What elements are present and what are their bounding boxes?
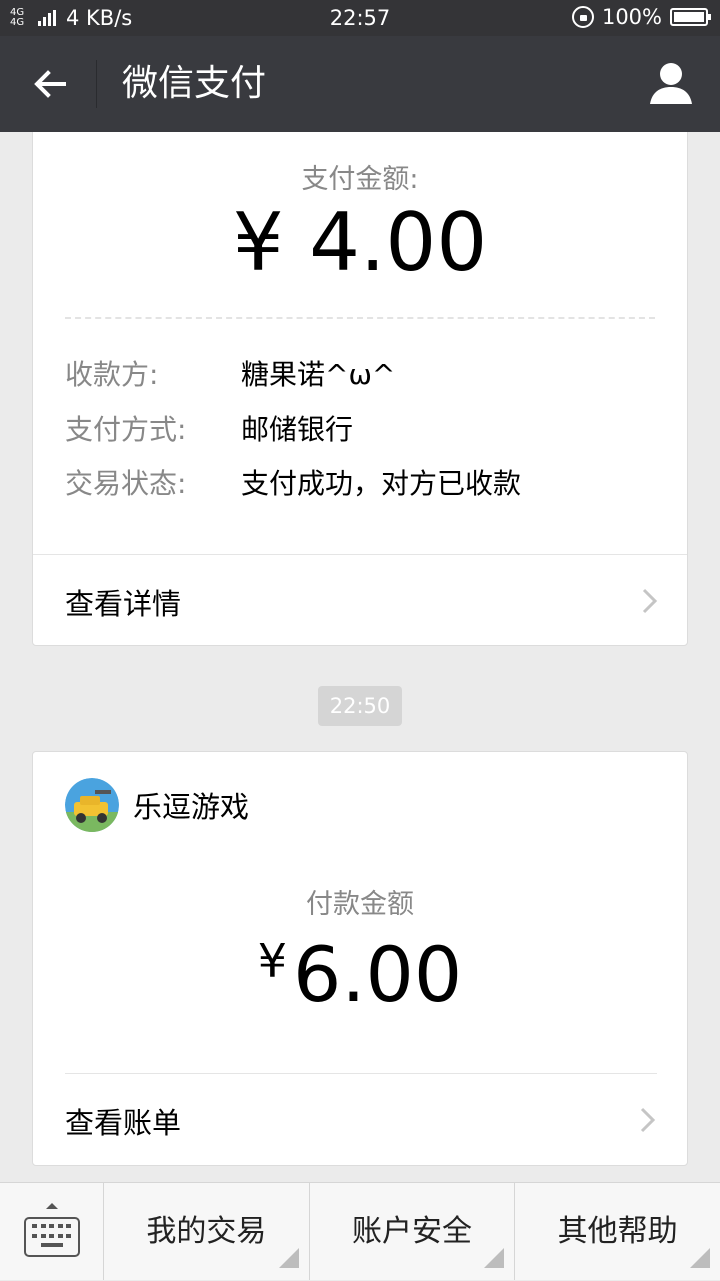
time-badge: 22:50 <box>318 686 402 726</box>
view-details-link[interactable]: 查看详情 <box>33 554 687 646</box>
nav-bar: 微信支付 <box>0 36 720 132</box>
profile-icon[interactable] <box>648 60 694 106</box>
info-row-status: 交易状态: 支付成功，对方已收款 <box>65 464 521 504</box>
submenu-indicator-icon <box>690 1248 711 1268</box>
amount-label: 支付金额: <box>301 164 419 195</box>
chevron-right-icon <box>642 588 658 614</box>
status-right: 100% <box>571 5 711 29</box>
info-key: 支付方式: <box>65 413 187 446</box>
submenu-indicator-icon <box>484 1248 505 1268</box>
battery-percent: 100% <box>601 5 662 29</box>
amount-label: 付款金额 <box>306 889 414 920</box>
message-list: 支付金额: ¥ 4.00 收款方: 糖果诺^ω^ 支付方式: 邮储银行 交易状态: 支… <box>0 132 720 1182</box>
info-value: 邮储银行 <box>241 413 354 446</box>
menu-my-transactions[interactable]: 我的交易 <box>104 1183 310 1280</box>
status-bar: 4G 4G 4 KB/s 22:57 100% <box>0 0 720 36</box>
info-key: 交易状态: <box>65 467 187 500</box>
info-value: 糖果诺^ω^ <box>241 358 396 391</box>
keyboard-icon <box>24 1217 80 1257</box>
view-bill-link[interactable]: 查看账单 <box>65 1073 657 1165</box>
merchant-avatar <box>65 778 119 832</box>
currency-symbol: ¥ <box>257 934 288 988</box>
merchant-header[interactable]: 乐逗游戏 <box>65 778 249 832</box>
menu-label: 账户安全 <box>352 1214 472 1249</box>
info-value: 支付成功，对方已收款 <box>241 467 522 500</box>
arrow-up-icon <box>46 1203 58 1209</box>
info-key: 收款方: <box>65 358 159 391</box>
dashed-divider <box>65 317 655 319</box>
info-row-payee: 收款方: 糖果诺^ω^ <box>65 355 395 395</box>
keyboard-toggle[interactable] <box>0 1183 104 1280</box>
payment-amount: ¥6.00 <box>33 930 687 1020</box>
amount-value: 6.00 <box>293 930 463 1019</box>
page-title: 微信支付 <box>122 63 267 104</box>
nav-divider <box>96 60 97 108</box>
merchant-name: 乐逗游戏 <box>133 790 250 824</box>
payment-amount: ¥ 4.00 <box>232 196 488 289</box>
bottom-menu: 我的交易 账户安全 其他帮助 <box>0 1182 720 1280</box>
battery-icon <box>670 8 711 26</box>
payment-card: 支付金额: ¥ 4.00 收款方: 糖果诺^ω^ 支付方式: 邮储银行 交易状态: 支… <box>32 132 688 646</box>
menu-label: 我的交易 <box>146 1214 267 1249</box>
view-bill-label: 查看账单 <box>65 1106 182 1140</box>
menu-other-help[interactable]: 其他帮助 <box>515 1183 720 1280</box>
chevron-right-icon <box>640 1107 656 1133</box>
menu-account-security[interactable]: 账户安全 <box>310 1183 516 1280</box>
rotation-lock-icon <box>571 6 594 28</box>
menu-label: 其他帮助 <box>557 1214 678 1249</box>
submenu-indicator-icon <box>278 1248 299 1268</box>
back-arrow-icon[interactable] <box>28 62 72 106</box>
view-details-label: 查看详情 <box>65 587 182 621</box>
info-row-method: 支付方式: 邮储银行 <box>65 410 353 450</box>
payment-card: 乐逗游戏 付款金额 ¥6.00 查看账单 <box>32 751 688 1166</box>
